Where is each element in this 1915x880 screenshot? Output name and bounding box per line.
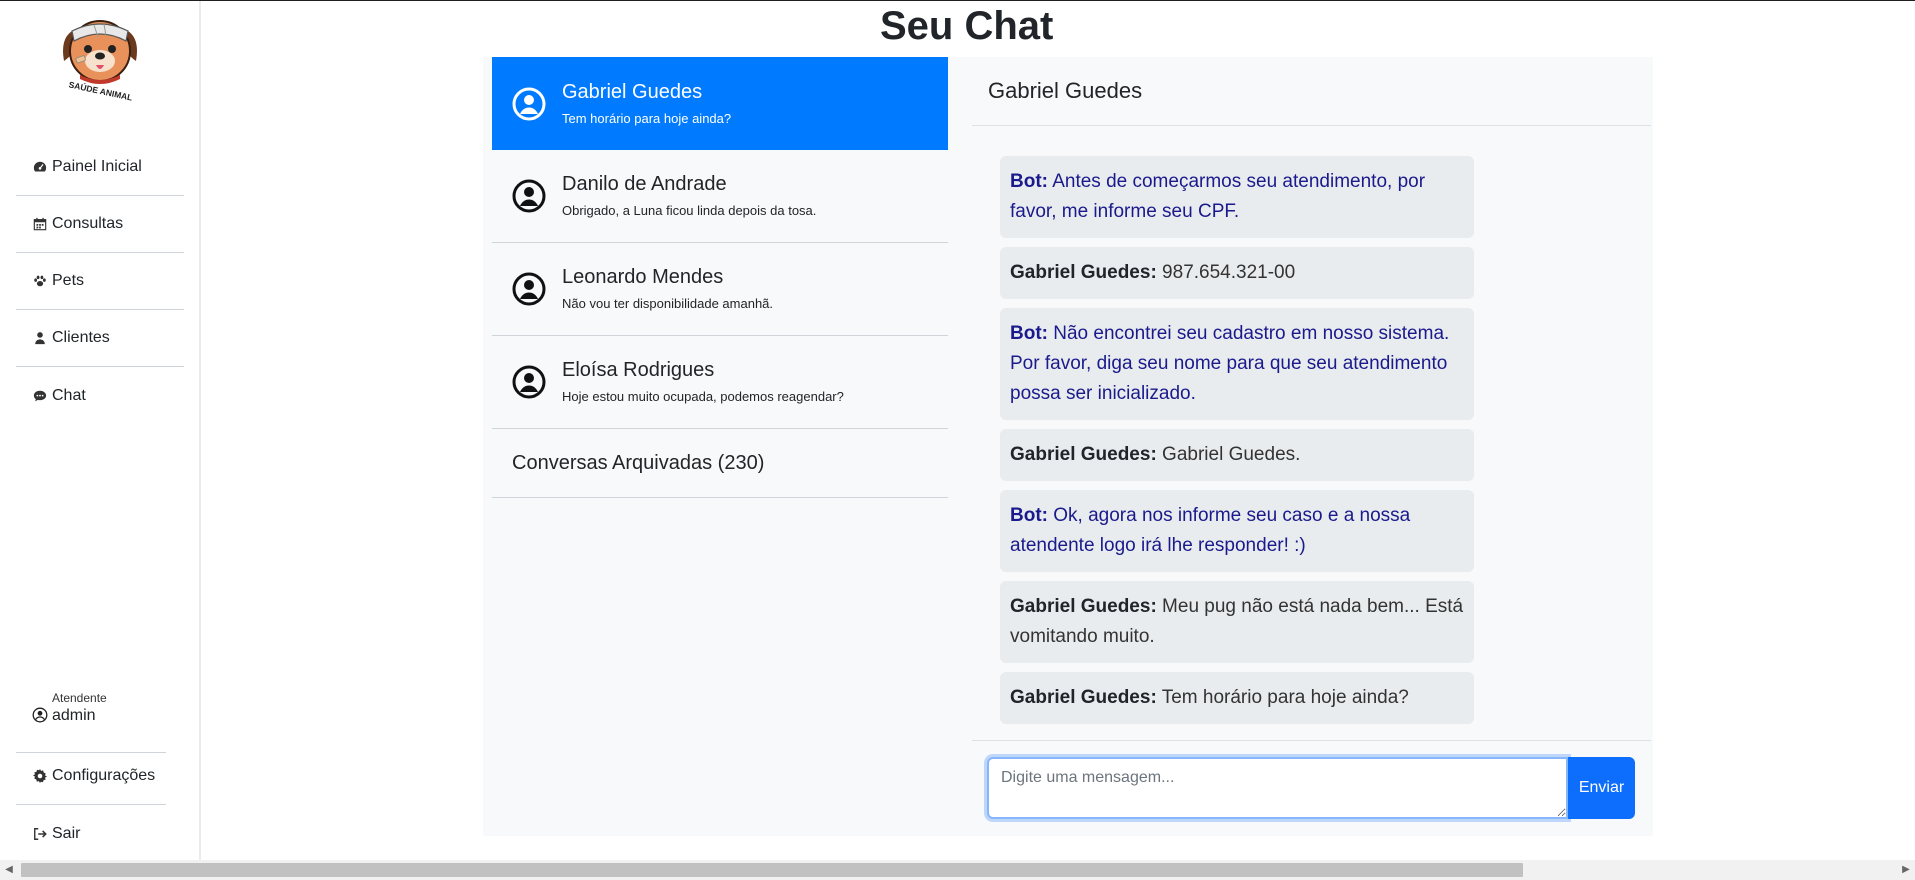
dog-logo-icon: SAÚDE ANIMAL	[63, 20, 137, 103]
user-circle-icon	[32, 707, 48, 723]
sign-out-icon	[32, 826, 48, 842]
window-top-border	[0, 0, 1915, 1]
horizontal-scrollbar[interactable]: ◀ ▶	[0, 860, 1915, 880]
message-sender: Gabriel Guedes:	[1010, 687, 1157, 708]
paw-icon	[32, 273, 48, 289]
message-sender: Gabriel Guedes:	[1010, 596, 1157, 617]
saude-animal-logo[interactable]: SAÚDE ANIMAL	[50, 9, 150, 109]
chat-icon	[32, 388, 48, 404]
sidebar-item-label: Chat	[52, 386, 86, 404]
sidebar-item-sair[interactable]: Sair	[16, 805, 166, 862]
chat-header: Gabriel Guedes	[972, 57, 1651, 126]
conversation-item[interactable]: Eloísa Rodrigues Hoje estou muito ocupad…	[492, 336, 948, 429]
user-name[interactable]: admin	[16, 705, 166, 753]
message-text: Antes de começarmos seu atendimento, por…	[1010, 171, 1426, 222]
scroll-right-arrow-icon[interactable]: ▶	[1900, 864, 1912, 876]
sidebar-item-clientes[interactable]: Clientes	[16, 310, 184, 367]
user-icon	[32, 330, 48, 346]
dashboard-icon	[32, 159, 48, 175]
conversation-list: Gabriel Guedes Tem horário para hoje ain…	[492, 57, 948, 498]
send-button[interactable]: Enviar	[1568, 757, 1635, 819]
message-text: Gabriel Guedes.	[1156, 444, 1301, 465]
message-bot: Bot: Antes de começarmos seu atendimento…	[1000, 156, 1474, 238]
sidebar-nav: Painel Inicial Consultas Pets Clientes C…	[16, 139, 184, 424]
scrollbar-thumb[interactable]	[21, 863, 1523, 877]
user-role: Atendente	[52, 691, 107, 705]
sidebar-item-label: Clientes	[52, 329, 110, 346]
message-input-row: Enviar	[987, 757, 1635, 819]
conversation-preview: Tem horário para hoje ainda?	[562, 110, 732, 126]
user-name-label: admin	[52, 707, 96, 724]
user-avatar-icon	[512, 87, 546, 120]
sidebar-item-chat[interactable]: Chat	[16, 367, 184, 424]
page-title: Seu Chat	[880, 4, 1054, 48]
sidebar-item-pets[interactable]: Pets	[16, 253, 184, 310]
conversation-preview: Obrigado, a Luna ficou linda depois da t…	[562, 203, 817, 218]
message-bot: Bot: Ok, agora nos informe seu caso e a …	[1000, 490, 1474, 572]
message-text: Ok, agora nos informe seu caso e a nossa…	[1010, 505, 1411, 556]
message-sender: Bot:	[1010, 505, 1048, 526]
user-block: Atendente admin	[16, 691, 166, 753]
conversation-item[interactable]: Danilo de Andrade Obrigado, a Luna ficou…	[492, 150, 948, 243]
chat-container: Gabriel Guedes Tem horário para hoje ain…	[483, 57, 1653, 836]
message-sender: Bot:	[1010, 323, 1048, 344]
chat-footer: Enviar	[972, 740, 1651, 819]
conversation-name: Eloísa Rodrigues	[562, 359, 715, 381]
calendar-icon	[32, 216, 48, 232]
conversation-name: Leonardo Mendes	[562, 266, 724, 288]
conversation-item[interactable]: Leonardo Mendes Não vou ter disponibilid…	[492, 243, 948, 336]
user-avatar-icon	[512, 365, 546, 399]
message-list: Bot: Antes de começarmos seu atendimento…	[1000, 156, 1474, 733]
message-bot: Bot: Não encontrei seu cadastro em nosso…	[1000, 308, 1474, 420]
message-input[interactable]	[987, 757, 1568, 819]
conversation-item-active[interactable]: Gabriel Guedes Tem horário para hoje ain…	[492, 57, 948, 150]
conversation-preview: Hoje estou muito ocupada, podemos reagen…	[562, 389, 844, 404]
message-sender: Bot:	[1010, 171, 1048, 192]
message-text: Não encontrei seu cadastro em nosso sist…	[1010, 323, 1450, 404]
sidebar: SAÚDE ANIMAL Painel Inicial Consultas Pe…	[0, 1, 201, 860]
conversation-preview: Não vou ter disponibilidade amanhã.	[562, 296, 774, 311]
gear-icon	[32, 768, 48, 784]
message-user: Gabriel Guedes: Meu pug não está nada be…	[1000, 581, 1474, 663]
conversation-name: Gabriel Guedes	[562, 80, 703, 103]
message-text: 987.654.321-00	[1156, 262, 1296, 283]
sidebar-item-configuracoes[interactable]: Configurações	[16, 748, 166, 805]
message-user: Gabriel Guedes: Tem horário para hoje ai…	[1000, 672, 1474, 724]
message-sender: Gabriel Guedes:	[1010, 444, 1157, 465]
chat-panel: Gabriel Guedes Bot: Antes de começarmos …	[972, 57, 1651, 836]
user-avatar-icon	[512, 179, 546, 213]
sidebar-item-label: Consultas	[52, 215, 124, 232]
message-user: Gabriel Guedes: 987.654.321-00	[1000, 247, 1474, 299]
archived-conversations-link[interactable]: Conversas Arquivadas (230)	[492, 429, 948, 498]
message-text: Tem horário para hoje ainda?	[1156, 687, 1409, 708]
scroll-left-arrow-icon[interactable]: ◀	[3, 864, 15, 876]
sidebar-item-label: Configurações	[52, 767, 156, 784]
sidebar-item-label: Pets	[52, 272, 85, 289]
message-user: Gabriel Guedes: Gabriel Guedes.	[1000, 429, 1474, 481]
sidebar-item-label: Painel Inicial	[52, 158, 142, 175]
message-sender: Gabriel Guedes:	[1010, 262, 1157, 283]
conversation-name: Danilo de Andrade	[562, 173, 727, 195]
sidebar-item-consultas[interactable]: Consultas	[16, 196, 184, 253]
sidebar-bottom-nav: Configurações Sair	[16, 748, 166, 862]
sidebar-item-painel-inicial[interactable]: Painel Inicial	[16, 139, 184, 196]
user-avatar-icon	[512, 272, 546, 306]
sidebar-item-label: Sair	[52, 824, 81, 842]
